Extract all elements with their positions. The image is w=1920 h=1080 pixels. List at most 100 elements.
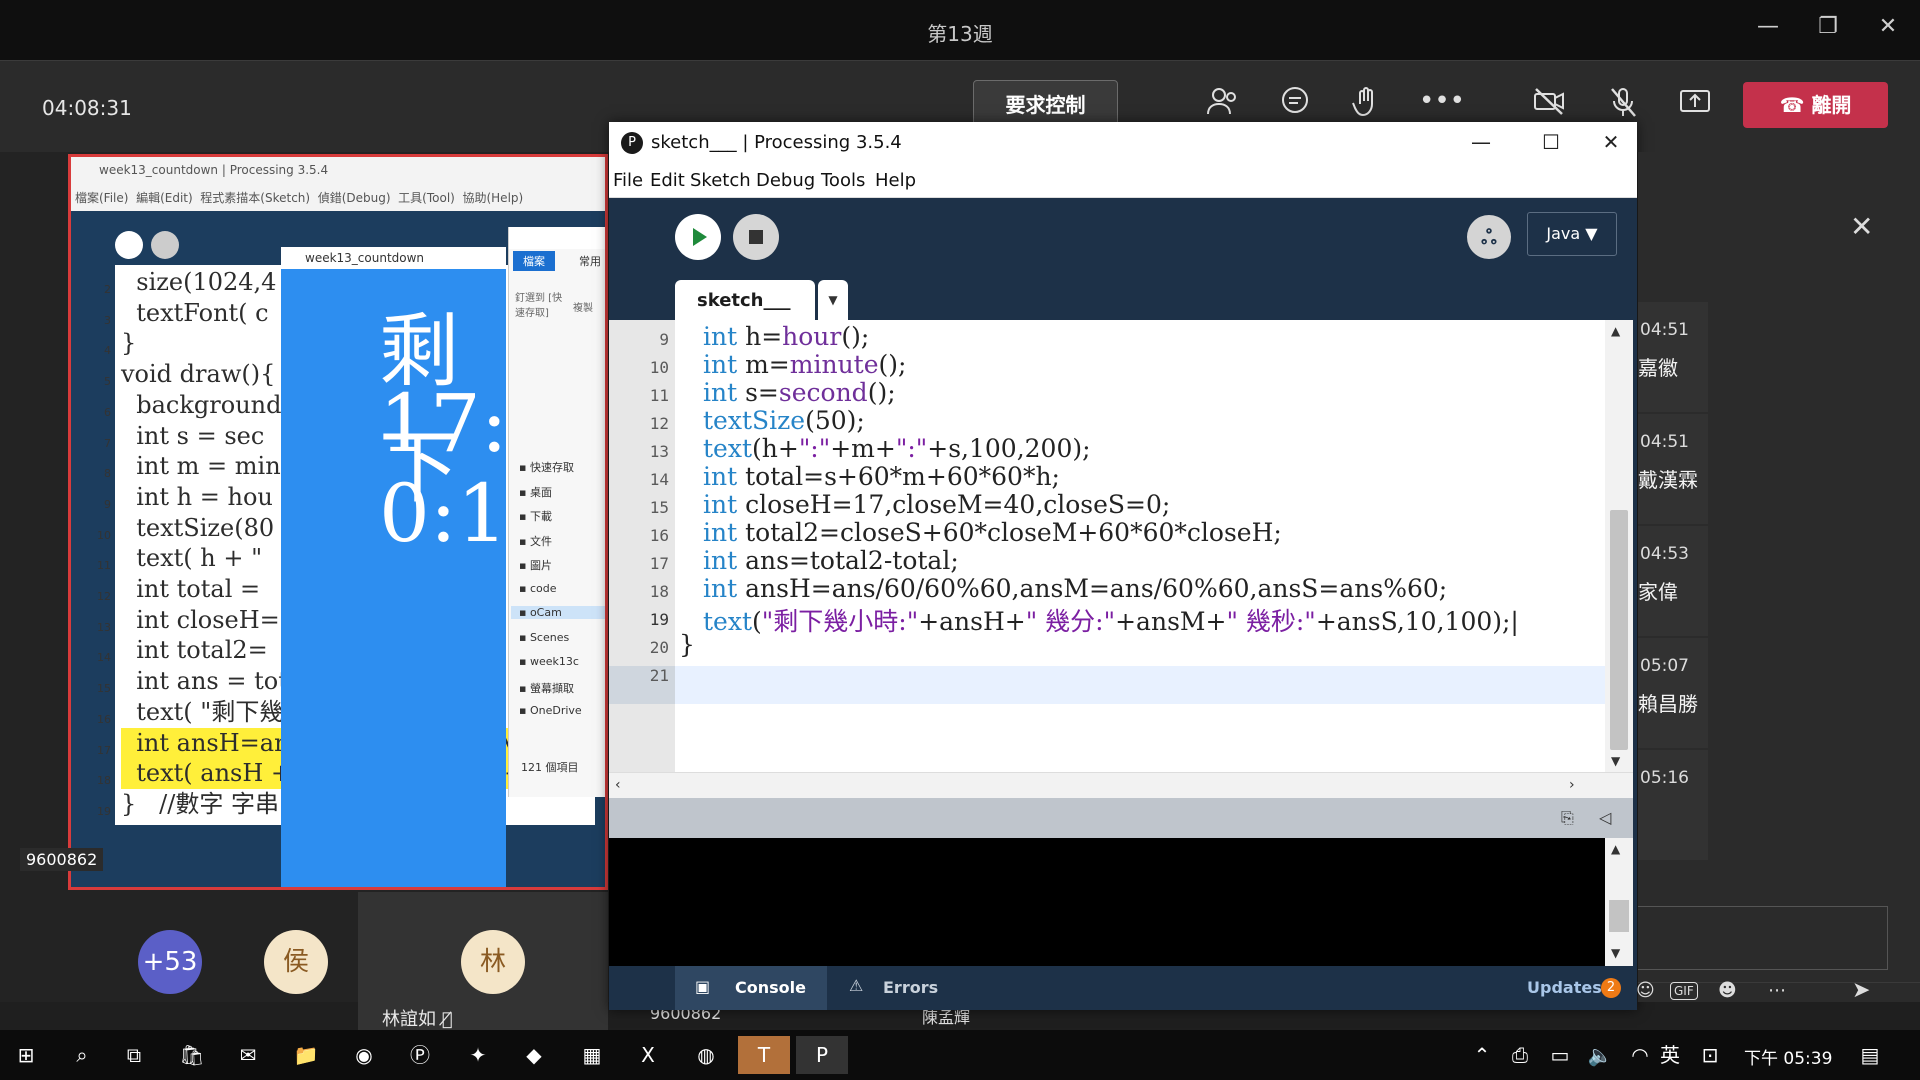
line-number: 10 [649,358,669,377]
line-number: 12 [649,414,669,433]
run-button[interactable] [675,214,721,260]
raise-hand-icon[interactable] [1347,86,1387,122]
excel-icon[interactable]: X [628,1036,668,1074]
maximize-button[interactable]: ☐ [1531,130,1571,154]
scroll-up-icon[interactable]: ▲ [1611,842,1620,856]
participants-icon[interactable] [1203,86,1243,122]
tab-menu-button[interactable]: ▼ [818,280,848,320]
search-icon[interactable]: ⌕ [62,1036,102,1074]
battery-icon[interactable]: ▭ [1540,1036,1580,1074]
scroll-left-icon[interactable]: ‹ [615,777,621,793]
scroll-up-icon[interactable]: ▲ [1611,324,1620,338]
shared-stop-icon [151,231,179,259]
menu-edit[interactable]: Edit [650,170,685,191]
maximize-button[interactable]: ❐ [1808,14,1848,46]
chrome-icon[interactable]: ◉ [344,1036,384,1074]
file-explorer-icon[interactable]: 📁 [286,1036,326,1074]
scrollbar-thumb[interactable] [1609,900,1629,932]
code-line: int h=hour(); [703,322,870,351]
explorer-item[interactable]: ▪ code [519,582,556,595]
notification-icon[interactable]: ▤ [1850,1036,1890,1074]
explorer-item[interactable]: ▪ OneDrive [519,704,582,717]
horizontal-scrollbar[interactable]: ‹ › [609,772,1633,798]
clipboard-icon[interactable]: ⎘ [1561,808,1574,828]
app-icon[interactable]: ◆ [514,1036,554,1074]
scroll-down-icon[interactable]: ▼ [1611,946,1620,960]
volume-icon[interactable]: 🔈 [1580,1036,1620,1074]
mode-selector[interactable]: Java ▼ [1527,212,1617,256]
menu-tools[interactable]: Tools [821,170,865,191]
line-number: 21 [649,666,669,685]
minimize-button[interactable]: — [1748,14,1788,46]
close-chat-icon[interactable]: ✕ [1850,210,1873,243]
tab-console[interactable]: ▣ Console [675,966,827,1010]
collapse-console-icon[interactable]: ◁ [1599,808,1611,827]
chat-icon[interactable] [1275,86,1315,122]
explorer-item[interactable]: ▪ 桌面 [519,484,552,500]
windows-start-icon[interactable]: ⊞ [6,1036,46,1074]
menu-file[interactable]: File [613,170,643,191]
close-button[interactable]: ✕ [1591,130,1631,154]
line-icon[interactable]: ◍ [686,1036,726,1074]
menu-help[interactable]: Help [875,170,916,191]
tab-sketch[interactable]: sketch___ [675,280,815,320]
menu-debug[interactable]: Debug [756,170,815,191]
line-number: 13 [97,620,111,634]
close-window-button[interactable]: ✕ [1868,14,1908,46]
pinterest-icon[interactable]: Ⓟ [400,1036,440,1074]
mail-icon[interactable]: ✉ [228,1036,268,1074]
tab-errors[interactable]: ⚠ Errors [829,966,965,1010]
taskbar-clock[interactable]: 下午 05:39 [1744,1044,1832,1069]
debug-mode-icon[interactable]: ஃ [1467,215,1511,259]
explorer-pin-button[interactable]: 釘選到 [快速存取] [515,289,565,319]
mic-off-icon[interactable] [1603,86,1643,122]
explorer-item[interactable]: ▪ 文件 [519,533,552,549]
more-options-icon[interactable]: ••• [1419,86,1465,122]
menu-sketch[interactable]: Sketch [690,170,751,191]
chat-compose-box[interactable] [1638,906,1888,970]
app-icon[interactable]: ✦ [458,1036,498,1074]
scroll-right-icon[interactable]: › [1569,777,1575,793]
store-icon[interactable]: 🛍 [172,1036,212,1074]
stop-button[interactable] [733,214,779,260]
explorer-item[interactable]: ▪ 下載 [519,508,552,524]
minimize-button[interactable]: — [1461,130,1501,154]
vertical-scrollbar[interactable]: ▲ ▼ [1605,320,1633,772]
explorer-tab-home[interactable]: 常用 [569,251,605,271]
shared-menu-items: 檔案(File) 編輯(Edit) 程式素描本(Sketch) 偵錯(Debug… [75,191,524,205]
send-icon[interactable]: ➤ [1852,978,1870,1003]
tray-arrow-icon[interactable]: ⌃ [1462,1036,1502,1074]
camera-off-icon[interactable] [1529,86,1569,122]
explorer-item[interactable]: ▪ Scenes [519,631,569,644]
more-icon[interactable]: ⋯ [1768,980,1786,1001]
ime-indicator[interactable]: 英 [1650,1036,1690,1074]
explorer-item[interactable]: ▪ week13c [519,655,579,668]
code-editor[interactable]: int h=hour(); int m=minute(); int s=seco… [675,320,1605,772]
sticker-icon[interactable]: ☻ [1718,980,1737,1001]
explorer-tab-file[interactable]: 檔案 [513,251,555,271]
teams-icon[interactable]: T [738,1036,790,1074]
explorer-item[interactable]: ▪ 螢幕擷取 [519,680,574,696]
ime-mode-icon[interactable]: ⊡ [1690,1036,1730,1074]
leave-meeting-button[interactable]: ☎ 離開 [1743,82,1888,128]
app-icon[interactable]: ▦ [572,1036,612,1074]
gif-icon[interactable]: GIF [1670,982,1698,1000]
explorer-item[interactable]: ▪ oCam [511,606,605,619]
line-number: 9 [104,497,111,511]
more-participants-badge[interactable]: +53 [138,930,202,994]
explorer-item[interactable]: ▪ 快速存取 [519,459,574,475]
console-scrollbar[interactable]: ▲ ▼ [1605,838,1633,966]
scrollbar-thumb[interactable] [1610,510,1628,750]
task-view-icon[interactable]: ⧉ [114,1036,154,1074]
scroll-down-icon[interactable]: ▼ [1611,754,1620,768]
console-output[interactable] [609,838,1633,966]
processing-icon[interactable]: P [796,1036,848,1074]
chat-time: 05:07 [1640,656,1689,676]
updates-link[interactable]: Updates [1527,978,1602,997]
emoji-icon[interactable]: ☺ [1636,980,1655,1001]
share-screen-icon[interactable] [1675,86,1715,122]
tray-icon[interactable]: ⎙ [1500,1036,1540,1074]
chat-time: 04:51 [1640,320,1689,340]
explorer-copy-button[interactable]: 複製 [573,299,593,314]
explorer-item[interactable]: ▪ 圖片 [519,557,552,573]
